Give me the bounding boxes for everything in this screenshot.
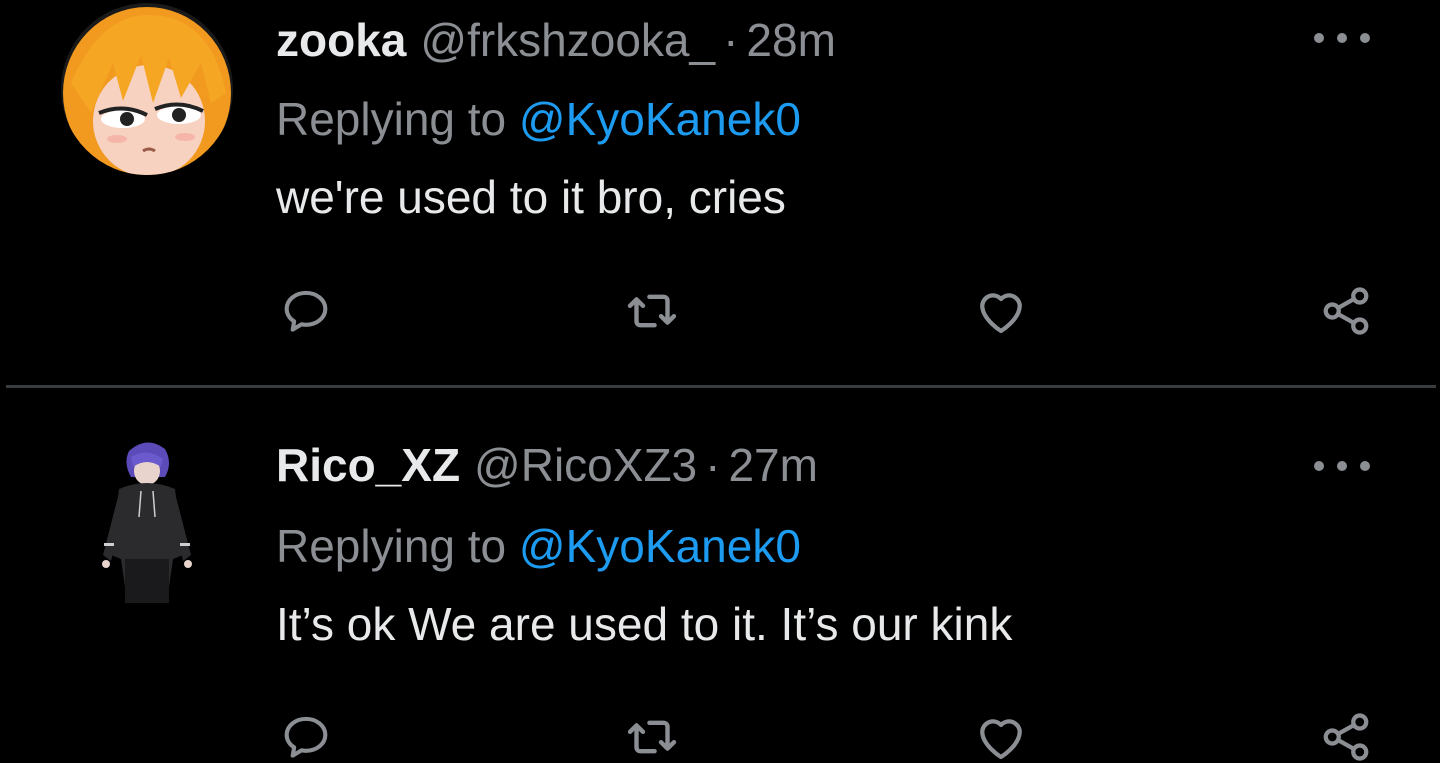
reply-button[interactable]	[274, 279, 338, 343]
user-handle[interactable]: @frkshzooka_	[420, 14, 715, 66]
dot-icon	[1360, 33, 1370, 43]
mention-link[interactable]: @KyoKanek0	[519, 520, 801, 572]
tweet-text: we're used to it bro, cries	[276, 171, 786, 223]
dot-icon	[1314, 33, 1324, 43]
tweet[interactable]: Rico_XZ @RicoXZ3 · 27m Replying to @KyoKane…	[0, 389, 1440, 763]
tweet-header: zooka @frkshzooka_ · 28m	[276, 12, 836, 68]
replying-to-label: Replying to	[276, 93, 507, 145]
action-bar	[0, 279, 1440, 343]
mention-link[interactable]: @KyoKanek0	[519, 93, 801, 145]
retweet-button[interactable]	[620, 279, 684, 343]
action-bar	[0, 705, 1440, 763]
share-button[interactable]	[1314, 705, 1378, 763]
replying-to-line: Replying to @KyoKanek0	[276, 518, 801, 574]
user-handle[interactable]: @RicoXZ3	[474, 439, 697, 491]
heart-icon	[980, 293, 1022, 334]
anime-boy-avatar-image	[61, 437, 233, 609]
dot-icon	[1337, 33, 1347, 43]
reply-icon	[284, 716, 328, 758]
tweet[interactable]: zooka @frkshzooka_ · 28m Replying to @KyoKa…	[0, 0, 1440, 386]
timestamp[interactable]: 27m	[728, 439, 817, 491]
like-button[interactable]	[969, 279, 1033, 343]
separator-dot: ·	[705, 439, 721, 491]
retweet-button[interactable]	[620, 705, 684, 763]
tweet-header: Rico_XZ @RicoXZ3 · 27m	[276, 437, 818, 493]
reply-button[interactable]	[274, 705, 338, 763]
avatar[interactable]	[61, 437, 233, 609]
display-name[interactable]: zooka	[276, 14, 406, 66]
share-button[interactable]	[1314, 279, 1378, 343]
replying-to-line: Replying to @KyoKanek0	[276, 91, 801, 147]
tweet-divider	[6, 385, 1436, 388]
heart-icon	[980, 719, 1022, 760]
dot-icon	[1314, 461, 1324, 471]
display-name[interactable]: Rico_XZ	[276, 439, 460, 491]
like-button[interactable]	[969, 705, 1033, 763]
tweet-text: It’s ok We are used to it. It’s our kink	[276, 598, 1013, 650]
reply-icon	[284, 290, 328, 332]
more-options-icon[interactable]	[1314, 28, 1370, 48]
share-icon	[1323, 713, 1369, 761]
timeline: zooka @frkshzooka_ · 28m Replying to @KyoKa…	[0, 0, 1440, 763]
retweet-icon	[627, 294, 677, 328]
dot-icon	[1360, 461, 1370, 471]
dot-icon	[1337, 461, 1347, 471]
replying-to-label: Replying to	[276, 520, 507, 572]
retweet-icon	[627, 720, 677, 754]
more-options-icon[interactable]	[1314, 456, 1370, 476]
anime-girl-avatar-image	[61, 3, 233, 175]
timestamp[interactable]: 28m	[746, 14, 835, 66]
avatar[interactable]	[61, 3, 233, 175]
share-icon	[1323, 287, 1369, 335]
separator-dot: ·	[723, 14, 739, 66]
